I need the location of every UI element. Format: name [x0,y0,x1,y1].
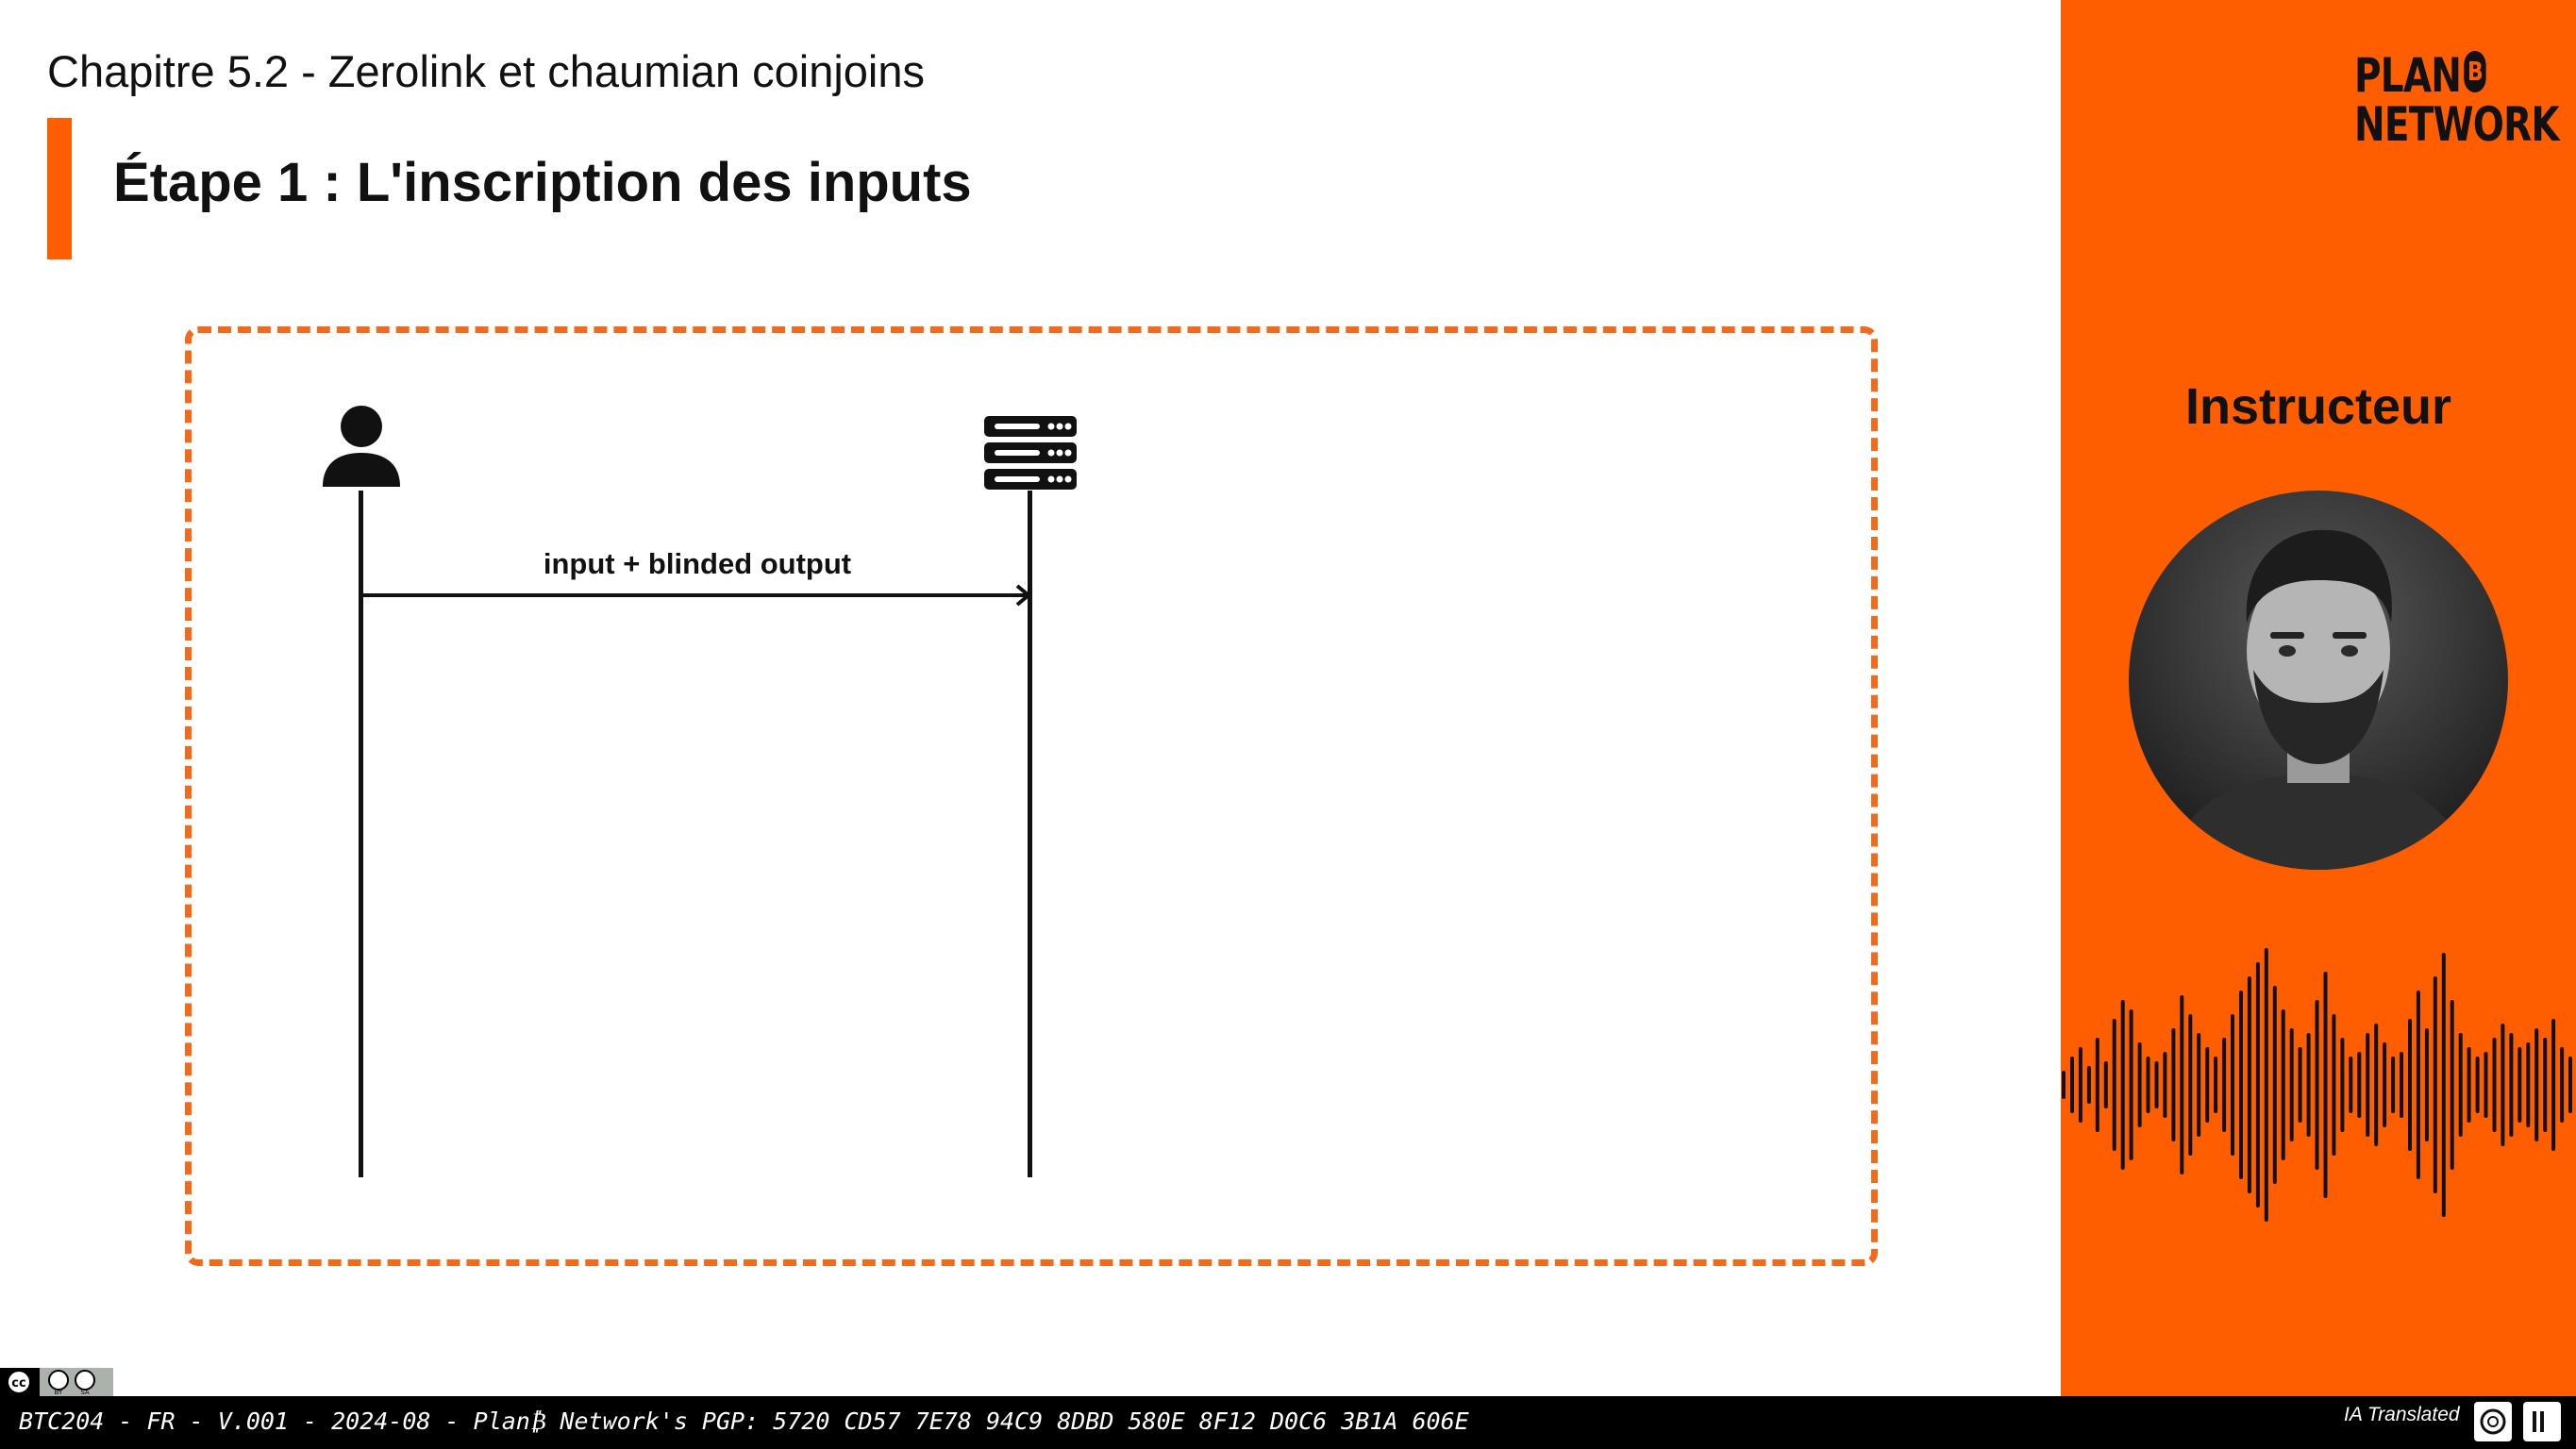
waveform-bar [2450,1000,2454,1170]
waveform-bar [2247,976,2251,1193]
waveform-bar [2484,1052,2488,1118]
bitcoin-b-icon: B [2464,51,2486,92]
waveform-bar [2281,1009,2285,1160]
footer-pgp-text: BTC204 - FR - V.001 - 2024-08 - Plan₿ Ne… [19,1407,1469,1435]
waveform-bar [2272,986,2277,1184]
waveform-bar [2255,962,2260,1208]
waveform-bar [2171,1028,2176,1141]
title-accent-bar [47,118,72,259]
waveform-bar [2298,1047,2302,1123]
waveform-bar [2188,1014,2193,1156]
waveform-bar [2306,1033,2311,1137]
waveform-bar [2103,1061,2108,1108]
waveform-bar [2231,1014,2234,1156]
openai-icon [2474,1402,2512,1441]
waveform-bar [2323,972,2328,1198]
waveform-bar [2526,1042,2531,1127]
waveform-bar [2154,1061,2159,1108]
waveform-bar [2078,1047,2083,1123]
waveform-bar [2095,1038,2099,1132]
chapter-heading: Chapitre 5.2 - Zerolink et chaumian coin… [47,46,926,96]
waveform-bar [2551,1019,2556,1151]
waveform-bar [2112,1019,2116,1151]
waveform-bar [2374,1024,2379,1146]
svg-text:SA: SA [80,1389,90,1396]
waveform-bar [2534,1028,2539,1141]
waveform-bar [2197,1033,2201,1137]
waveform-bar [2400,1052,2403,1118]
waveform-bar [2408,1019,2412,1151]
waveform-bar [2222,1038,2227,1132]
audio-waveform [2062,948,2572,1222]
instructor-avatar [2129,491,2508,870]
waveform-bar [2129,1009,2133,1160]
waveform-bar [2137,1042,2142,1127]
footer-bar: BTC204 - FR - V.001 - 2024-08 - Plan₿ Ne… [0,1396,2576,1449]
cc-by-sa-license-icon: cc BY SA [0,1368,113,1396]
user-icon [323,406,400,487]
waveform-bar [2517,1047,2522,1123]
waveform-bar [2467,1047,2471,1123]
waveform-bar [2332,1014,2336,1156]
elevenlabs-icon [2523,1402,2561,1441]
waveform-bar [2357,1052,2362,1118]
message-arrow [360,584,1032,607]
svg-text:BY: BY [55,1389,63,1396]
waveform-bar [2120,1000,2125,1170]
waveform-bar [2416,991,2420,1179]
waveform-bar [2289,1028,2294,1141]
waveform-bar [2501,1024,2505,1146]
waveform-bar [2568,1057,2572,1113]
waveform-bar [2315,1000,2319,1170]
waveform-bar [2205,1047,2210,1123]
svg-text:cc: cc [11,1376,25,1391]
waveform-bar [2146,1057,2150,1113]
slide-title: Étape 1 : L'inscription des inputs [113,152,972,213]
waveform-bar [2163,1052,2167,1118]
waveform-bar [2383,1042,2387,1127]
waveform-bar [2560,1047,2565,1123]
waveform-bar [2070,1057,2074,1113]
waveform-bar [2509,1033,2514,1137]
waveform-bar [2239,991,2243,1179]
waveform-bar [2433,976,2437,1193]
waveform-bar [2349,1057,2353,1113]
instructor-label: Instructeur [2184,378,2452,435]
ia-translated-label: IA Translated [2344,1404,2460,1425]
waveform-bar [2086,1066,2091,1104]
waveform-bar [2340,1038,2345,1132]
waveform-bar [2441,953,2446,1217]
plan-b-network-logo: PLAN B NETWORK [2354,48,2560,152]
waveform-bar [2391,1057,2396,1113]
waveform-bar [2180,995,2184,1174]
message-label: input + blinded output [543,547,852,580]
waveform-bar [2475,1057,2480,1113]
waveform-bar [2214,1057,2218,1113]
server-icon [984,416,1077,490]
waveform-bar [2458,1033,2463,1137]
waveform-bar [2424,1028,2429,1141]
waveform-bar [2062,1071,2066,1099]
waveform-bar [2543,1038,2548,1132]
waveform-bar [2492,1038,2497,1132]
waveform-bar [2366,1033,2370,1137]
waveform-bar [2264,948,2268,1222]
